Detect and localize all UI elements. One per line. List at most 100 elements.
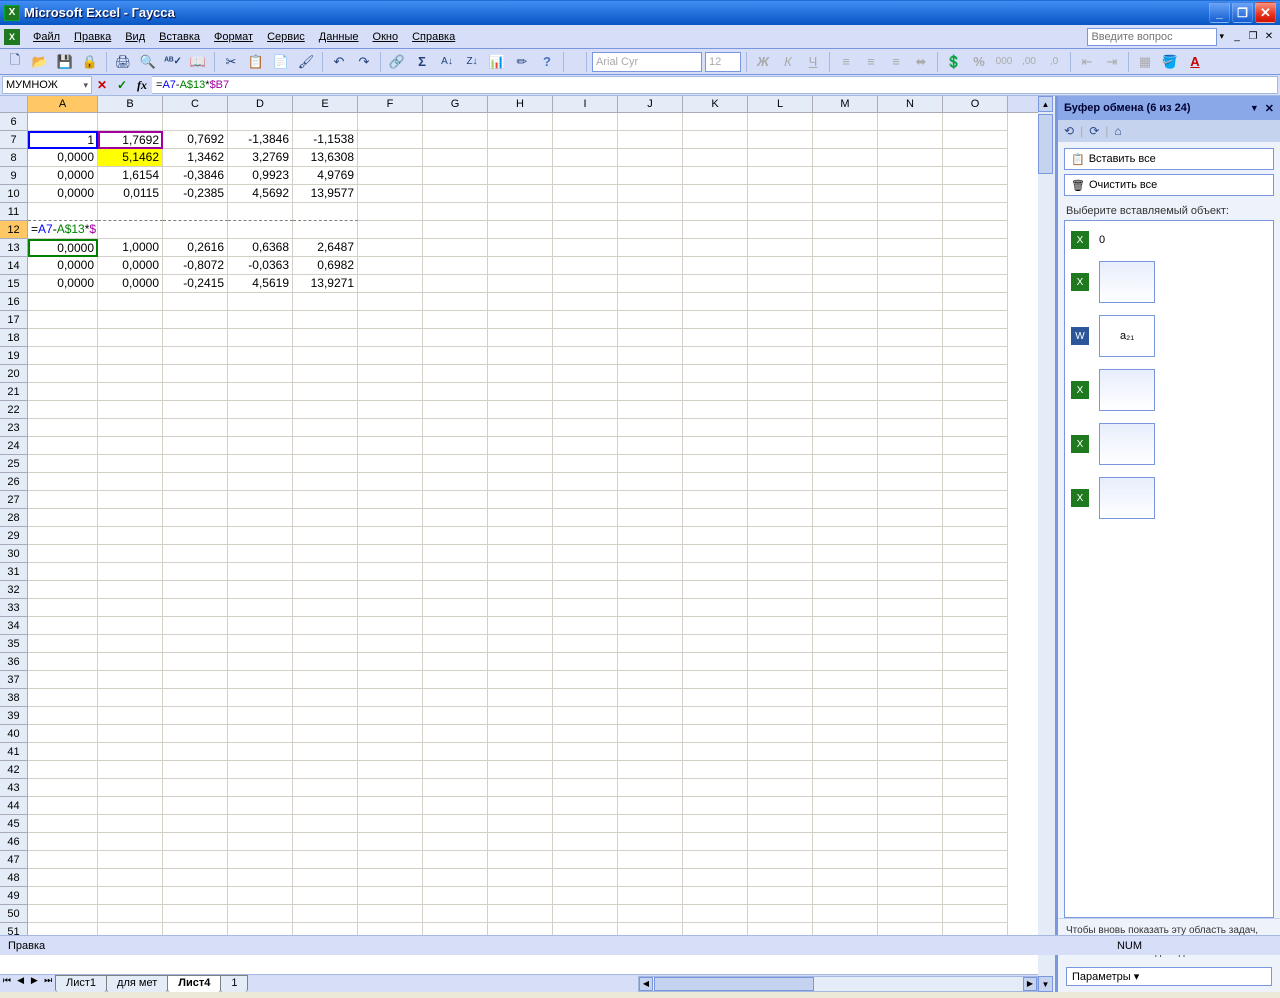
cell-I6[interactable] [553, 113, 618, 131]
row-header-36[interactable]: 36 [0, 653, 28, 671]
cell-A8[interactable]: 0,0000 [28, 149, 98, 167]
cell-H10[interactable] [488, 185, 553, 203]
cell-B20[interactable] [98, 365, 163, 383]
sheet-tab-Лист1[interactable]: Лист1 [55, 975, 107, 992]
cell-L20[interactable] [748, 365, 813, 383]
cell-G11[interactable] [423, 203, 488, 221]
tab-nav-first[interactable]: ⏮ [0, 975, 14, 992]
scroll-thumb[interactable] [654, 977, 814, 991]
font-color-icon[interactable]: A [1184, 51, 1206, 73]
cell-G22[interactable] [423, 401, 488, 419]
cell-J32[interactable] [618, 581, 683, 599]
cell-J33[interactable] [618, 599, 683, 617]
chart-icon[interactable]: 📊 [486, 51, 508, 73]
cell-G41[interactable] [423, 743, 488, 761]
cell-F31[interactable] [358, 563, 423, 581]
cell-O18[interactable] [943, 329, 1008, 347]
row-header-49[interactable]: 49 [0, 887, 28, 905]
close-button[interactable]: ✕ [1255, 2, 1276, 23]
cell-I26[interactable] [553, 473, 618, 491]
cell-I38[interactable] [553, 689, 618, 707]
cell-K11[interactable] [683, 203, 748, 221]
mdi-restore-button[interactable]: ❐ [1246, 30, 1260, 44]
cell-K27[interactable] [683, 491, 748, 509]
cell-D47[interactable] [228, 851, 293, 869]
cell-L33[interactable] [748, 599, 813, 617]
cell-G24[interactable] [423, 437, 488, 455]
cell-O43[interactable] [943, 779, 1008, 797]
cell-A33[interactable] [28, 599, 98, 617]
cell-A17[interactable] [28, 311, 98, 329]
cell-B14[interactable]: 0,0000 [98, 257, 163, 275]
cell-H14[interactable] [488, 257, 553, 275]
cell-O16[interactable] [943, 293, 1008, 311]
cell-F42[interactable] [358, 761, 423, 779]
cell-B12[interactable] [98, 221, 163, 239]
cell-B47[interactable] [98, 851, 163, 869]
cell-A35[interactable] [28, 635, 98, 653]
cell-I46[interactable] [553, 833, 618, 851]
cell-M50[interactable] [813, 905, 878, 923]
cell-C16[interactable] [163, 293, 228, 311]
cell-F19[interactable] [358, 347, 423, 365]
cell-K18[interactable] [683, 329, 748, 347]
cell-E18[interactable] [293, 329, 358, 347]
cell-K32[interactable] [683, 581, 748, 599]
vscroll-thumb[interactable] [1038, 114, 1053, 174]
cell-K9[interactable] [683, 167, 748, 185]
cell-K8[interactable] [683, 149, 748, 167]
cell-O23[interactable] [943, 419, 1008, 437]
cell-O40[interactable] [943, 725, 1008, 743]
cell-G50[interactable] [423, 905, 488, 923]
cell-D32[interactable] [228, 581, 293, 599]
align-left-icon[interactable]: ≡ [835, 51, 857, 73]
cell-D50[interactable] [228, 905, 293, 923]
cell-D26[interactable] [228, 473, 293, 491]
cell-J34[interactable] [618, 617, 683, 635]
cell-C36[interactable] [163, 653, 228, 671]
cell-G34[interactable] [423, 617, 488, 635]
cell-M13[interactable] [813, 239, 878, 257]
cell-F12[interactable] [358, 221, 423, 239]
cell-N36[interactable] [878, 653, 943, 671]
cell-I49[interactable] [553, 887, 618, 905]
cell-D23[interactable] [228, 419, 293, 437]
cell-L35[interactable] [748, 635, 813, 653]
tab-nav-last[interactable]: ⏭ [41, 975, 55, 992]
cell-O22[interactable] [943, 401, 1008, 419]
cell-C27[interactable] [163, 491, 228, 509]
cell-E35[interactable] [293, 635, 358, 653]
cell-J41[interactable] [618, 743, 683, 761]
cell-H33[interactable] [488, 599, 553, 617]
cell-F33[interactable] [358, 599, 423, 617]
cell-H9[interactable] [488, 167, 553, 185]
row-header-22[interactable]: 22 [0, 401, 28, 419]
cell-J26[interactable] [618, 473, 683, 491]
cell-D14[interactable]: -0,0363 [228, 257, 293, 275]
scroll-right-button[interactable]: ▶ [1023, 977, 1037, 991]
cell-O9[interactable] [943, 167, 1008, 185]
cell-B6[interactable] [98, 113, 163, 131]
cell-A19[interactable] [28, 347, 98, 365]
cell-K46[interactable] [683, 833, 748, 851]
cell-M10[interactable] [813, 185, 878, 203]
cell-F24[interactable] [358, 437, 423, 455]
cell-N15[interactable] [878, 275, 943, 293]
cell-A44[interactable] [28, 797, 98, 815]
cell-F27[interactable] [358, 491, 423, 509]
cell-O14[interactable] [943, 257, 1008, 275]
taskpane-home-icon[interactable]: ⌂ [1114, 124, 1121, 138]
cell-F50[interactable] [358, 905, 423, 923]
cell-K19[interactable] [683, 347, 748, 365]
cell-E50[interactable] [293, 905, 358, 923]
cell-E31[interactable] [293, 563, 358, 581]
bold-icon[interactable]: Ж [752, 51, 774, 73]
select-all-corner[interactable] [0, 96, 28, 112]
cell-D30[interactable] [228, 545, 293, 563]
cell-I45[interactable] [553, 815, 618, 833]
cell-E32[interactable] [293, 581, 358, 599]
sheet-tab-для мет[interactable]: для мет [106, 975, 168, 992]
cell-F6[interactable] [358, 113, 423, 131]
cell-F32[interactable] [358, 581, 423, 599]
cell-L38[interactable] [748, 689, 813, 707]
